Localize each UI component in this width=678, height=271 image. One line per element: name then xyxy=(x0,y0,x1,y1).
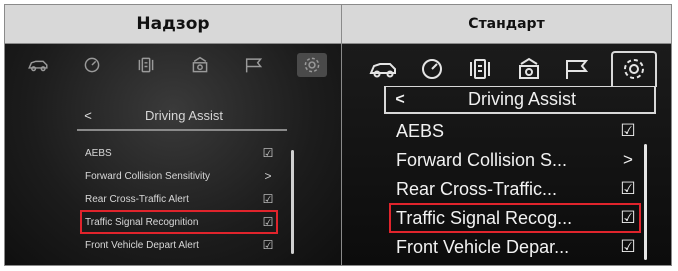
gear-icon[interactable] xyxy=(297,53,327,77)
column-supervision: Надзор < Driving Assist AEBS ☑ Forward C… xyxy=(5,5,342,265)
flag-icon[interactable] xyxy=(562,56,592,82)
checkbox-icon[interactable]: ☑ xyxy=(259,238,277,252)
menu-item-label: Rear Cross-Traffic... xyxy=(396,178,558,199)
menu-item-front-vehicle-depart-alert[interactable]: Front Vehicle Depart Alert ☑ xyxy=(81,234,277,256)
menu-icon-bar xyxy=(27,52,327,78)
menu-item-label: Traffic Signal Recog... xyxy=(396,207,573,228)
car-icon[interactable] xyxy=(27,55,49,75)
menu-item-label: AEBS xyxy=(85,147,112,159)
menu-item-rear-cross-traffic-alert[interactable]: Rear Cross-Traffic Alert ☑ xyxy=(81,188,277,210)
menu-title-bar: < Driving Assist xyxy=(77,101,287,131)
menu-item-aebs[interactable]: AEBS ☑ xyxy=(390,117,640,145)
flag-icon[interactable] xyxy=(243,55,265,75)
checkbox-icon[interactable]: ☑ xyxy=(616,208,640,228)
menu-item-label: AEBS xyxy=(396,120,445,141)
back-button[interactable]: < xyxy=(386,91,414,109)
back-button[interactable]: < xyxy=(77,108,99,123)
comparison-table: Надзор < Driving Assist AEBS ☑ Forward C… xyxy=(4,4,672,266)
camera-icon[interactable] xyxy=(514,56,544,82)
menu-item-label: Forward Collision S... xyxy=(396,149,568,170)
menu-title: Driving Assist xyxy=(467,89,577,109)
settings-list-icon[interactable] xyxy=(135,55,157,75)
menu-item-label: Front Vehicle Depar... xyxy=(396,236,570,257)
checkbox-icon[interactable]: ☑ xyxy=(259,192,277,206)
gear-icon[interactable] xyxy=(610,51,657,87)
checkbox-icon[interactable]: ☑ xyxy=(259,146,277,160)
car-icon[interactable] xyxy=(368,56,398,82)
menu-item-label: Forward Collision Sensitivity xyxy=(85,170,211,182)
settings-list-icon[interactable] xyxy=(465,56,495,82)
settings-menu: AEBS ☑ Forward Collision Sensitivity > R… xyxy=(80,142,278,257)
scrollbar[interactable] xyxy=(291,150,294,254)
menu-title: Driving Assist xyxy=(144,107,224,123)
cluster-screen: < Driving Assist AEBS ☑ Forward Collisio… xyxy=(342,44,671,265)
menu-item-label: Traffic Signal Recognition xyxy=(85,216,199,228)
menu-item-rear-cross-traffic-alert[interactable]: Rear Cross-Traffic... ☑ xyxy=(390,175,640,203)
chevron-right-icon[interactable]: > xyxy=(616,150,640,170)
column-header: Надзор xyxy=(5,5,341,44)
menu-icon-bar xyxy=(368,51,657,87)
column-header: Стандарт xyxy=(342,5,671,44)
menu-item-aebs[interactable]: AEBS ☑ xyxy=(81,142,277,164)
checkbox-icon[interactable]: ☑ xyxy=(616,121,640,141)
menu-item-label: Rear Cross-Traffic Alert xyxy=(85,193,189,205)
settings-menu: AEBS ☑ Forward Collision S... > Rear Cro… xyxy=(389,117,641,262)
checkbox-icon[interactable]: ☑ xyxy=(259,215,277,229)
checkbox-icon[interactable]: ☑ xyxy=(616,179,640,199)
menu-title-bar: < Driving Assist xyxy=(384,86,656,114)
checkbox-icon[interactable]: ☑ xyxy=(616,237,640,257)
gauge-icon[interactable] xyxy=(417,56,447,82)
chevron-right-icon[interactable]: > xyxy=(259,169,277,183)
menu-item-front-vehicle-depart-alert[interactable]: Front Vehicle Depar... ☑ xyxy=(390,233,640,261)
camera-icon[interactable] xyxy=(189,55,211,75)
menu-item-forward-collision-sensitivity[interactable]: Forward Collision S... > xyxy=(390,146,640,174)
menu-item-label: Front Vehicle Depart Alert xyxy=(85,239,199,251)
menu-item-traffic-signal-recognition[interactable]: Traffic Signal Recog... ☑ xyxy=(389,203,641,233)
menu-item-traffic-signal-recognition[interactable]: Traffic Signal Recognition ☑ xyxy=(80,210,278,234)
gauge-icon[interactable] xyxy=(81,55,103,75)
scrollbar[interactable] xyxy=(644,144,647,260)
cluster-screen: < Driving Assist AEBS ☑ Forward Collisio… xyxy=(5,44,341,265)
column-standard: Стандарт < Driving Assist AEBS ☑ Forward… xyxy=(342,5,671,265)
menu-item-forward-collision-sensitivity[interactable]: Forward Collision Sensitivity > xyxy=(81,165,277,187)
